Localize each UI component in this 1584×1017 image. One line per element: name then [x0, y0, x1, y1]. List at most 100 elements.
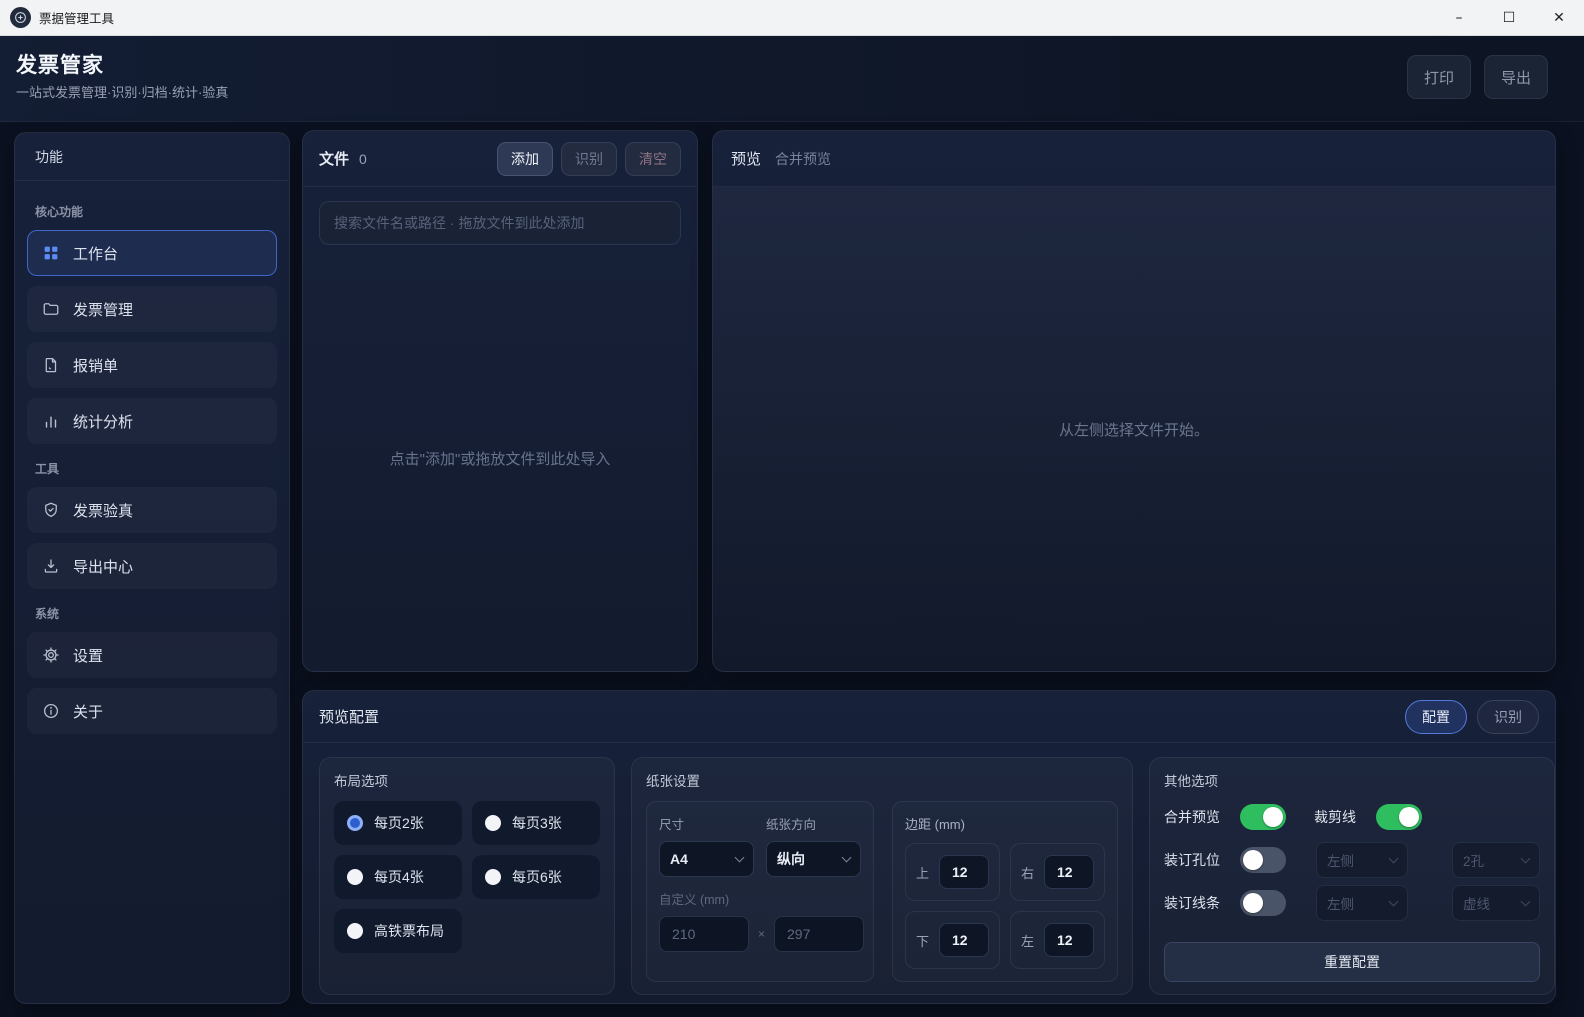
punch-type-select[interactable]: 2孔 — [1452, 842, 1540, 878]
info-icon — [42, 702, 60, 720]
margin-right-cell: 右 — [1010, 843, 1105, 901]
file-search-box — [319, 201, 681, 245]
binding-line-toggle[interactable] — [1240, 890, 1286, 916]
sidebar: 功能 核心功能 工作台 发票管理 报销单 — [14, 132, 290, 1004]
sidebar-item-export-center[interactable]: 导出中心 — [27, 543, 277, 589]
sidebar-item-invoice-management[interactable]: 发票管理 — [27, 286, 277, 332]
multiply-sign: × — [758, 927, 765, 941]
sidebar-item-about[interactable]: 关于 — [27, 688, 277, 734]
sidebar-item-reimbursement[interactable]: 报销单 — [27, 342, 277, 388]
custom-width-input[interactable] — [659, 916, 749, 952]
margins-title: 边距 (mm) — [905, 814, 1105, 833]
punch-side-value: 左侧 — [1327, 850, 1354, 870]
margin-left-label: 左 — [1021, 931, 1034, 950]
files-dropzone[interactable]: 点击"添加"或拖放文件到此处导入 — [303, 245, 697, 671]
margin-bottom-cell: 下 — [905, 911, 1000, 969]
margin-top-cell: 上 — [905, 843, 1000, 901]
layout-options-card: 布局选项 每页2张 每页3张 每页4张 每页6张 — [319, 757, 615, 995]
sidebar-section-core: 核心功能 — [35, 203, 269, 220]
binding-side-select[interactable]: 左侧 — [1316, 885, 1408, 921]
orientation-value: 纵向 — [777, 849, 805, 869]
export-button[interactable]: 导出 — [1484, 55, 1548, 99]
margin-bottom-input[interactable] — [939, 923, 989, 957]
other-options-title: 其他选项 — [1164, 770, 1540, 790]
merge-preview-label: 合并预览 — [1164, 807, 1240, 827]
layout-option-4-per-page[interactable]: 每页4张 — [334, 855, 462, 899]
custom-height-input[interactable] — [774, 916, 864, 952]
print-button[interactable]: 打印 — [1407, 55, 1471, 99]
size-select[interactable]: A4 — [659, 841, 754, 877]
layout-option-label: 每页6张 — [512, 867, 562, 887]
grid-icon — [42, 244, 60, 262]
size-value: A4 — [670, 851, 688, 867]
margins-box: 边距 (mm) 上 右 下 — [892, 801, 1118, 982]
margin-right-input[interactable] — [1044, 855, 1094, 889]
layout-option-6-per-page[interactable]: 每页6张 — [472, 855, 600, 899]
radio-selected-icon — [347, 815, 363, 831]
sidebar-item-label: 设置 — [73, 645, 103, 666]
toggle-knob — [1243, 893, 1263, 913]
sidebar-item-workbench[interactable]: 工作台 — [27, 230, 277, 276]
layout-option-train-ticket[interactable]: 高铁票布局 — [334, 909, 462, 953]
bar-chart-icon — [42, 412, 60, 430]
punch-side-select[interactable]: 左侧 — [1316, 842, 1408, 878]
custom-size-label: 自定义 (mm) — [659, 889, 861, 908]
radio-icon — [485, 815, 501, 831]
add-files-button[interactable]: 添加 — [497, 142, 553, 176]
files-panel: 文件 0 添加 识别 清空 点击"添加"或拖放文件到此处导入 — [302, 130, 698, 672]
punch-holes-toggle[interactable] — [1240, 847, 1286, 873]
preview-title: 预览 — [731, 148, 761, 169]
page-title: 发票管家 — [16, 49, 104, 79]
preview-mode-label: 合并预览 — [775, 149, 831, 169]
files-title: 文件 — [319, 148, 349, 169]
layout-option-3-per-page[interactable]: 每页3张 — [472, 801, 600, 845]
layout-option-label: 每页3张 — [512, 813, 562, 833]
margin-right-label: 右 — [1021, 863, 1034, 882]
tab-recognize[interactable]: 识别 — [1477, 700, 1539, 734]
radio-icon — [347, 869, 363, 885]
margin-bottom-label: 下 — [916, 931, 929, 950]
layout-option-2-per-page[interactable]: 每页2张 — [334, 801, 462, 845]
binding-style-value: 虚线 — [1463, 893, 1490, 913]
sidebar-section-system: 系统 — [35, 605, 269, 622]
minimize-button[interactable]: – — [1434, 0, 1484, 35]
files-count: 0 — [359, 151, 367, 167]
preview-panel: 预览 合并预览 从左侧选择文件开始。 — [712, 130, 1556, 672]
sidebar-item-label: 统计分析 — [73, 411, 133, 432]
sidebar-item-settings[interactable]: 设置 — [27, 632, 277, 678]
download-icon — [42, 557, 60, 575]
margin-top-label: 上 — [916, 863, 929, 882]
chevron-down-icon — [1389, 853, 1399, 863]
merge-preview-toggle[interactable] — [1240, 804, 1286, 830]
crop-line-toggle[interactable] — [1376, 804, 1422, 830]
punch-type-value: 2孔 — [1463, 850, 1484, 870]
orientation-select[interactable]: 纵向 — [766, 841, 861, 877]
paper-size-box: 尺寸 A4 纸张方向 纵向 — [646, 801, 874, 982]
config-title: 预览配置 — [319, 706, 379, 727]
tab-config[interactable]: 配置 — [1405, 700, 1467, 734]
margin-top-input[interactable] — [939, 855, 989, 889]
clear-files-button[interactable]: 清空 — [625, 142, 681, 176]
binding-line-label: 装订线条 — [1164, 893, 1240, 913]
binding-side-value: 左侧 — [1327, 893, 1354, 913]
maximize-button[interactable]: ☐ — [1484, 0, 1534, 35]
sidebar-item-label: 发票验真 — [73, 500, 133, 521]
sidebar-item-invoice-verify[interactable]: 发票验真 — [27, 487, 277, 533]
file-search-input[interactable] — [334, 215, 666, 231]
preview-canvas: 从左侧选择文件开始。 — [713, 187, 1555, 671]
shield-check-icon — [42, 501, 60, 519]
margin-left-input[interactable] — [1044, 923, 1094, 957]
binding-style-select[interactable]: 虚线 — [1452, 885, 1540, 921]
recognize-files-button[interactable]: 识别 — [561, 142, 617, 176]
radio-icon — [485, 869, 501, 885]
sidebar-section-tools: 工具 — [35, 460, 269, 477]
sidebar-item-statistics[interactable]: 统计分析 — [27, 398, 277, 444]
preview-config-panel: 预览配置 配置 识别 布局选项 每页2张 每页3张 每页4张 — [302, 690, 1556, 1004]
reset-config-button[interactable]: 重置配置 — [1164, 942, 1540, 982]
chevron-down-icon — [842, 852, 852, 862]
close-button[interactable]: ✕ — [1534, 0, 1584, 35]
layout-option-label: 每页2张 — [374, 813, 424, 833]
app-icon — [10, 7, 31, 28]
chevron-down-icon — [1521, 896, 1531, 906]
sidebar-item-label: 导出中心 — [73, 556, 133, 577]
